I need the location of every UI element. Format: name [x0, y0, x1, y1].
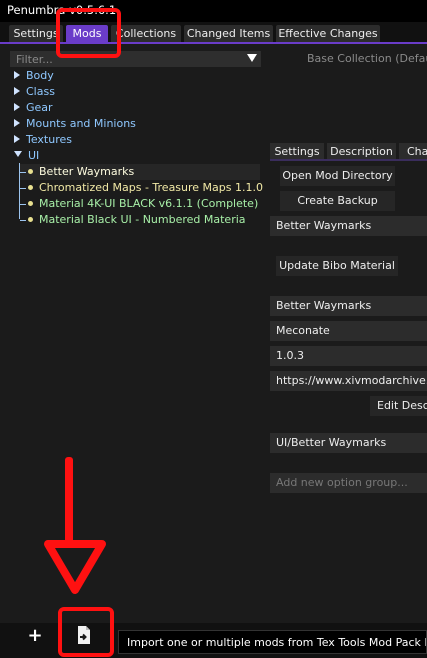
red-highlight-box-import — [58, 607, 114, 657]
panel-tab-underline — [270, 159, 427, 161]
folder-label: Gear — [26, 101, 53, 114]
filter-input[interactable] — [10, 51, 246, 67]
add-option-group-input[interactable]: Add new option group... — [270, 473, 427, 493]
website-field[interactable]: https://www.xivmodarchive.c — [270, 371, 427, 391]
mod-label: Material Black UI - Numbered Materia — [39, 213, 246, 226]
open-mod-directory-button[interactable]: Open Mod Directory — [280, 166, 395, 186]
mod-panel-tabs: Settings Description Cha — [270, 141, 427, 161]
add-mod-button[interactable]: + — [25, 626, 45, 646]
mod-label: Material 4K-UI BLACK v6.1.1 (Complete) — [39, 197, 259, 210]
tree-tick — [20, 172, 26, 173]
caret-right-icon — [14, 71, 20, 79]
red-arrow-head — [44, 540, 106, 594]
bullet-icon — [28, 217, 33, 222]
tab-collections[interactable]: Collections — [111, 25, 181, 42]
folder-ui[interactable]: UI — [14, 148, 39, 164]
folder-label: UI — [28, 149, 40, 162]
tree-tick — [20, 204, 26, 205]
mod-item-material-black-ui[interactable]: Material Black UI - Numbered Materia — [20, 212, 246, 228]
caret-right-icon — [14, 119, 20, 127]
filter-box — [10, 51, 261, 67]
caret-right-icon — [14, 135, 20, 143]
folder-gear[interactable]: Gear — [14, 100, 53, 116]
tab-effective-changes[interactable]: Effective Changes — [276, 25, 380, 42]
tab-changed-items[interactable]: Changed Items — [184, 25, 273, 42]
folder-label: Mounts and Minions — [26, 117, 136, 130]
mod-label: Better Waymarks — [39, 165, 135, 178]
red-highlight-box-mods — [56, 8, 121, 58]
folder-body[interactable]: Body — [14, 68, 54, 84]
update-bibo-material-button[interactable]: Update Bibo Material — [276, 256, 398, 276]
red-arrow-shaft — [65, 457, 73, 545]
edit-description-button[interactable]: Edit Descr — [370, 396, 427, 416]
tab-settings[interactable]: Settings — [9, 25, 63, 42]
caret-down-icon — [14, 151, 22, 157]
plus-icon: + — [27, 625, 43, 646]
mod-name-field[interactable]: Better Waymarks — [270, 296, 427, 316]
bullet-icon — [28, 201, 33, 206]
version-field[interactable]: 1.0.3 — [270, 346, 427, 366]
folder-label: Body — [26, 69, 54, 82]
tab-mod-changed-items[interactable]: Cha — [399, 143, 427, 160]
caret-right-icon — [14, 103, 20, 111]
folder-label: Textures — [26, 133, 72, 146]
folder-label: Class — [26, 85, 55, 98]
chevron-down-icon[interactable] — [247, 54, 257, 62]
tree-tick — [20, 188, 26, 189]
tab-mod-settings[interactable]: Settings — [270, 143, 324, 160]
tab-mod-description[interactable]: Description — [327, 143, 396, 160]
tree-tick — [20, 220, 26, 221]
bullet-icon — [28, 169, 33, 174]
mod-path-field[interactable]: UI/Better Waymarks — [270, 433, 427, 453]
mod-item-better-waymarks[interactable]: Better Waymarks — [20, 164, 260, 180]
author-field[interactable]: Meconate — [270, 321, 427, 341]
caret-right-icon — [14, 87, 20, 95]
folder-textures[interactable]: Textures — [14, 132, 72, 148]
mod-name-display: Better Waymarks — [270, 216, 427, 236]
create-backup-button[interactable]: Create Backup — [280, 191, 395, 211]
base-collection-label: Base Collection (Default) — [307, 52, 427, 65]
mod-item-material-4k-ui[interactable]: Material 4K-UI BLACK v6.1.1 (Complete) — [20, 196, 258, 212]
folder-class[interactable]: Class — [14, 84, 55, 100]
import-tooltip: Import one or multiple mods from Tex Too… — [118, 630, 427, 654]
mod-label: Chromatized Maps - Treasure Maps 1.1.0 — [39, 181, 263, 194]
folder-mounts-and-minions[interactable]: Mounts and Minions — [14, 116, 136, 132]
mod-item-chromatized-maps[interactable]: Chromatized Maps - Treasure Maps 1.1.0 — [20, 180, 263, 196]
bullet-icon — [28, 185, 33, 190]
